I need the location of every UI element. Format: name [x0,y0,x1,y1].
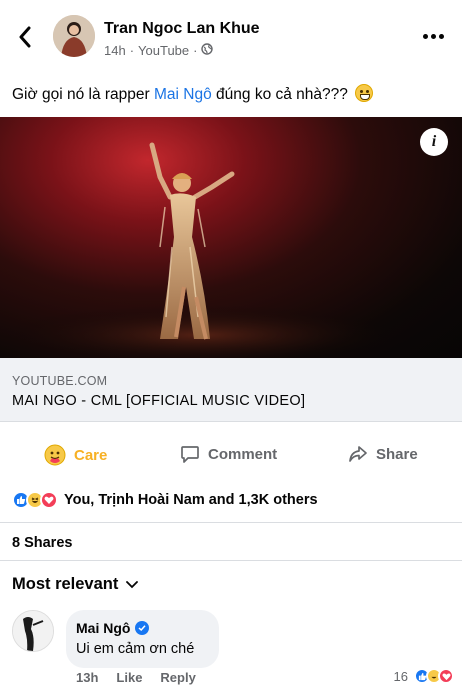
post-source: YouTube [138,43,190,58]
share-label: Share [376,445,418,463]
share-icon [349,446,367,462]
post-time[interactable]: 14h [104,43,126,58]
comment-label: Comment [208,445,278,463]
comment-button[interactable]: Comment [180,444,277,464]
post-author-name[interactable]: Tran Ngoc Lan Khue [104,20,260,38]
comment-filter-dropdown[interactable]: Most relevant [12,575,139,594]
comment-icon [181,446,199,463]
commenter-name[interactable]: Mai Ngô [76,620,150,636]
comment-reaction-count: 16 [393,668,408,684]
comment-reply-button[interactable]: Reply [160,670,195,685]
more-options-icon[interactable] [422,30,444,42]
info-icon[interactable]: i [420,128,448,156]
comment-bubble: Mai Ngô Ui em cảm ơn ché [66,610,219,668]
reactions-summary-text: You, Trịnh Hoài Nam and 1,3K others [64,492,318,508]
care-button[interactable]: Care [44,444,107,466]
video-thumbnail[interactable] [0,117,462,358]
post-text-end: đúng ko cả nhà??? [211,86,348,103]
comment-text: Ui em cảm ơn ché [76,641,195,657]
comment-reactions[interactable]: 16 [393,668,454,684]
chevron-down-icon [126,580,139,588]
care-label: Care [74,446,108,464]
verified-badge-icon [135,621,150,635]
shares-count[interactable]: 8 Shares [12,535,72,551]
comment-like-button[interactable]: Like [116,670,142,685]
divider [0,560,462,561]
back-arrow-icon[interactable] [14,22,36,52]
link-preview-card[interactable]: YOUTUBE.COM MAI NGO - CML [OFFICIAL MUSI… [0,358,462,422]
post-actions-bar: Care Comment Share [0,436,462,476]
post-text-start: Giờ gọi nó là rapper [12,86,154,103]
link-domain: YOUTUBE.COM [12,374,108,388]
meta-separator: · [193,43,198,58]
love-reaction-icon [438,668,454,684]
share-button[interactable]: Share [348,444,418,464]
comment-time[interactable]: 13h [76,670,98,685]
author-avatar[interactable] [53,15,95,57]
link-title: MAI NGO - CML [OFFICIAL MUSIC VIDEO] [12,393,306,409]
commenter-name-text: Mai Ngô [76,620,131,636]
commenter-avatar[interactable] [12,610,54,652]
meta-separator: · [129,43,135,58]
globe-icon [201,43,214,58]
post-header: Tran Ngoc Lan Khue 14h · YouTube · [0,0,462,74]
mention-link[interactable]: Mai Ngô [154,86,212,103]
care-emoji-icon [44,444,66,466]
performer-image [0,142,400,358]
love-reaction-icon [40,491,58,509]
post-text: Giờ gọi nó là rapper Mai Ngô đúng ko cả … [12,84,374,104]
post-meta: 14h · YouTube · [104,43,214,58]
reactions-summary[interactable]: You, Trịnh Hoài Nam and 1,3K others [12,489,318,511]
comment-meta: 13h Like Reply [76,670,196,685]
comment-filter-label: Most relevant [12,575,119,593]
grin-emoji-icon [355,84,374,102]
divider [0,522,462,523]
